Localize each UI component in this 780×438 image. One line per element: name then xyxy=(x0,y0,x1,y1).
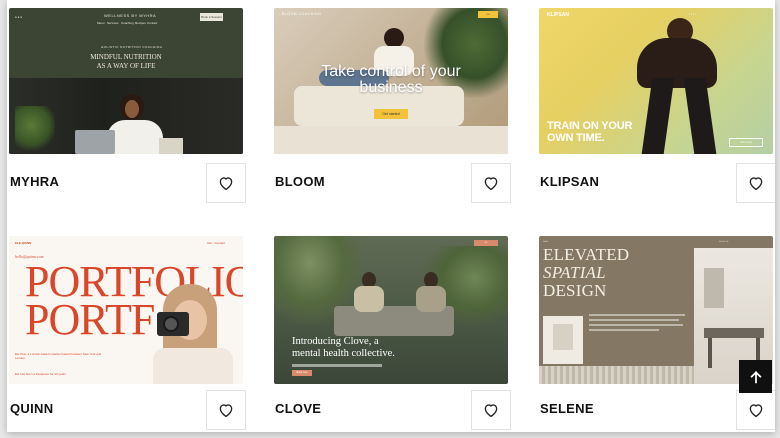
preview-brand: KLIPSAN xyxy=(547,12,569,18)
template-name: CLOVE xyxy=(275,401,322,416)
window xyxy=(704,268,724,308)
preview-photo xyxy=(9,78,243,154)
template-preview-myhra[interactable]: ● ● ● WELLNESS BY MYHRA Menu Services Co… xyxy=(9,8,243,154)
favorite-button-selene[interactable] xyxy=(736,390,775,430)
preview-photo xyxy=(133,284,243,384)
preview-hero: ● ● ● WELLNESS BY MYHRA Menu Services Co… xyxy=(9,8,243,78)
template-name: BLOOM xyxy=(275,174,325,189)
template-preview-quinn[interactable]: ELE QUINN Info Contact hello@quinn.com P… xyxy=(9,236,243,384)
arrow-up-icon xyxy=(749,370,762,383)
person-shirt xyxy=(107,120,163,154)
favorite-button-myhra[interactable] xyxy=(206,163,246,203)
favorite-button-quinn[interactable] xyxy=(206,390,246,430)
preview-brand: ▪▪▪▪▪▪ xyxy=(543,240,549,243)
floor xyxy=(274,126,508,154)
preview-nav: ▪▪▪ ▪▪▪ ▪▪▪ xyxy=(719,240,729,243)
preview-cta: Book a Session xyxy=(200,13,223,21)
mug xyxy=(159,138,183,154)
favorite-button-bloom[interactable] xyxy=(471,163,511,203)
template-name: QUINN xyxy=(10,401,54,416)
template-name: MYHRA xyxy=(10,174,60,189)
person-shirt xyxy=(153,348,233,384)
person-shirt xyxy=(416,286,446,312)
preview-body-line xyxy=(292,364,382,367)
table-leg xyxy=(708,338,712,368)
preview-nav: ▪ ▪ ▪ ▪ xyxy=(689,12,696,16)
fluted-panel xyxy=(539,366,694,384)
card-footer: SELENE xyxy=(539,390,775,432)
heart-icon xyxy=(484,404,498,418)
template-gallery: ● ● ● WELLNESS BY MYHRA Menu Services Co… xyxy=(7,0,775,432)
template-preview-selene[interactable]: ▪▪▪▪▪▪ ▪▪▪ ▪▪▪ ▪▪▪ ELEVATED SPATIAL DESI… xyxy=(539,236,773,384)
preview-nav: Menu Services Coaching Recipes Contact xyxy=(97,21,158,25)
preview-footer: Ele has been a freelancer for 12 years xyxy=(15,372,66,376)
heart-icon xyxy=(219,177,233,191)
person-face xyxy=(125,100,139,118)
heart-icon xyxy=(219,404,233,418)
laptop xyxy=(75,130,115,154)
preview-top-cta: ••• xyxy=(478,11,498,18)
preview-kicker: HOLISTIC NUTRITION COACHING xyxy=(101,45,163,49)
table xyxy=(704,328,764,338)
social-icons: ● ● ● xyxy=(15,15,23,19)
template-preview-clove[interactable]: ••• Introducing Clove, a mental health c… xyxy=(274,236,508,384)
person-hair xyxy=(384,28,404,48)
preview-brand: WELLNESS BY MYHRA xyxy=(104,13,157,18)
heart-icon xyxy=(749,404,763,418)
preview-headline: Introducing Clove, a mental health colle… xyxy=(292,336,395,359)
preview-body: Ele Plus, a London-based creative based … xyxy=(15,352,102,360)
heart-icon xyxy=(484,177,498,191)
preview-top-cta: ••• xyxy=(474,240,498,246)
favorite-button-clove[interactable] xyxy=(471,390,511,430)
template-name: SELENE xyxy=(540,401,594,416)
template-preview-bloom[interactable]: BLOOM COACHING ••• Take control of your … xyxy=(274,8,508,154)
card-footer: QUINN xyxy=(9,390,246,432)
camera-lens xyxy=(163,316,179,332)
preview-headline: Take control of your business xyxy=(321,63,461,96)
preview-brand: BLOOM COACHING xyxy=(282,12,322,16)
card-footer: CLOVE xyxy=(274,390,511,432)
preview-cta: Book now xyxy=(292,370,312,376)
preview-headline: ELEVATED SPATIAL DESIGN xyxy=(543,245,630,300)
scroll-to-top-button[interactable] xyxy=(739,360,772,393)
template-preview-klipsan[interactable]: KLIPSAN ▪ ▪ ▪ ▪ TRAIN ON YOUR OWN TIME. … xyxy=(539,8,773,154)
preview-cta: Join now xyxy=(729,138,763,147)
preview-cta: Get started xyxy=(374,109,408,119)
preview-body xyxy=(589,314,685,344)
card-footer: BLOOM xyxy=(274,163,511,207)
card-footer: MYHRA xyxy=(9,163,246,207)
template-name: KLIPSAN xyxy=(540,174,600,189)
card-footer: KLIPSAN xyxy=(539,163,775,207)
preview-headline: TRAIN ON YOUR OWN TIME. xyxy=(547,120,633,144)
preview-headline: MINDFUL NUTRITION AS A WAY OF LIFE xyxy=(90,53,162,70)
plant-illustration xyxy=(15,106,55,154)
heart-icon xyxy=(749,177,763,191)
preview-thumb-photo xyxy=(543,316,583,364)
person-shirt xyxy=(354,286,384,312)
favorite-button-klipsan[interactable] xyxy=(736,163,775,203)
